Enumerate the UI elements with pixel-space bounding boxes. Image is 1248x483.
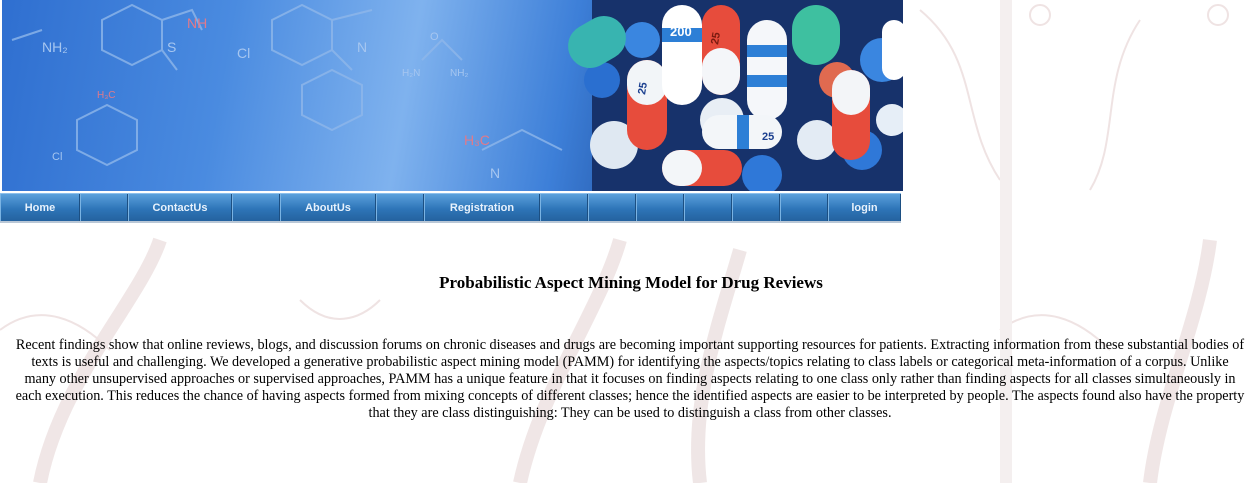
molecule-label: S <box>167 39 176 55</box>
nav-spacer-button[interactable] <box>540 194 588 221</box>
nav-contactus-button[interactable]: ContactUs <box>128 194 232 221</box>
nav-spacer-button[interactable] <box>588 194 636 221</box>
molecule-label: H₃C <box>97 90 116 101</box>
molecule-label: NH <box>187 15 207 31</box>
nav-spacer-button[interactable] <box>780 194 828 221</box>
pill-imprint: 200 <box>670 24 692 39</box>
molecule-label: N <box>357 39 367 55</box>
molecule-label: NH₂ <box>450 68 468 79</box>
molecule-label: Cl <box>237 45 250 61</box>
nav-registration-button[interactable]: Registration <box>424 194 540 221</box>
banner-pills-illustration: NH₂ NH Cl N H₂N NH₂ O H₃C H₃C N Cl S 25 … <box>11 0 903 191</box>
main-navigation-bar: Home ContactUs AboutUs Registration logi… <box>0 193 901 223</box>
molecule-label: Cl <box>52 151 62 163</box>
nav-spacer-button[interactable] <box>684 194 732 221</box>
nav-login-button[interactable]: login <box>828 194 901 221</box>
nav-spacer-button[interactable] <box>232 194 280 221</box>
page-title: Probabilistic Aspect Mining Model for Dr… <box>439 273 823 292</box>
pill-imprint: 25 <box>762 131 774 143</box>
molecule-label: H₃C <box>464 132 490 148</box>
abstract-paragraph: Recent findings show that online reviews… <box>15 337 1245 421</box>
nav-home-button[interactable]: Home <box>0 194 80 221</box>
nav-aboutus-button[interactable]: AboutUs <box>280 194 376 221</box>
molecule-label: NH₂ <box>42 39 68 55</box>
molecule-label: H₂N <box>402 68 420 79</box>
pill-imprint: 25 <box>636 81 650 95</box>
molecule-label: O <box>430 31 439 43</box>
pill-imprint: 25 <box>709 31 723 45</box>
nav-spacer-button[interactable] <box>376 194 424 221</box>
molecule-label: N <box>490 165 500 181</box>
nav-spacer-button[interactable] <box>732 194 780 221</box>
header-banner: NH₂ NH Cl N H₂N NH₂ O H₃C H₃C N Cl S 25 … <box>2 0 903 191</box>
nav-spacer-button[interactable] <box>636 194 684 221</box>
nav-spacer-button[interactable] <box>80 194 128 221</box>
